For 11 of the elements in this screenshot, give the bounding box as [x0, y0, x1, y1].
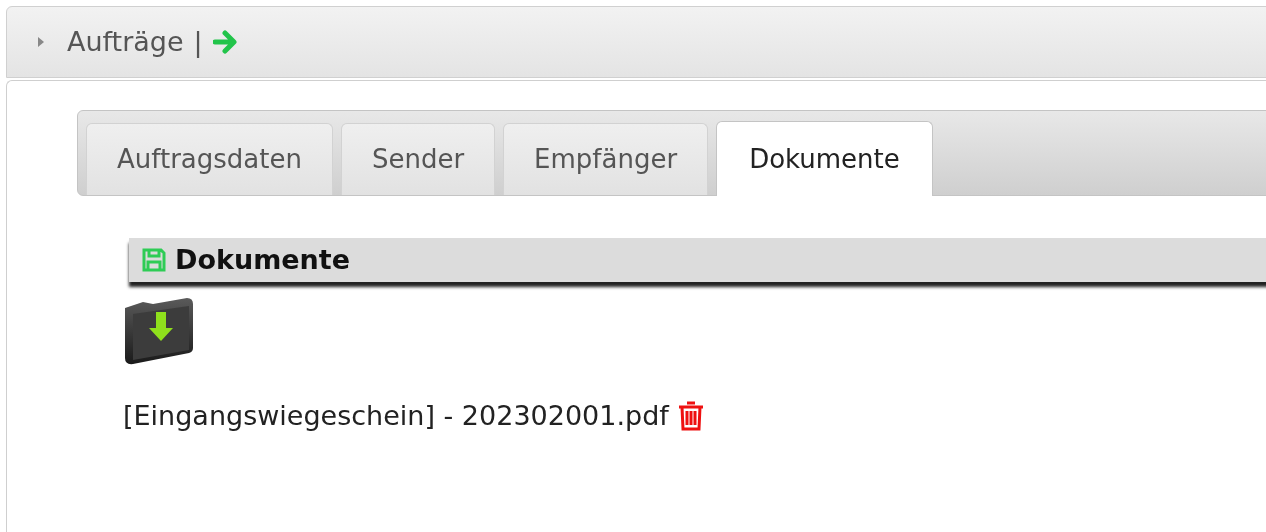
- section-title: Dokumente: [175, 242, 351, 277]
- file-link[interactable]: [Eingangswiegeschein] - 202302001.pdf: [123, 396, 669, 437]
- trash-icon[interactable]: [676, 400, 705, 433]
- tab[interactable]: Dokumente: [716, 121, 933, 196]
- header-separator: |: [193, 24, 203, 60]
- tab[interactable]: Empfänger: [503, 123, 709, 195]
- save-icon: [141, 247, 167, 273]
- caret-right-icon[interactable]: [37, 36, 45, 48]
- header-title: Aufträge: [67, 24, 184, 59]
- tab[interactable]: Sender: [340, 123, 496, 195]
- tab[interactable]: Auftragsdaten: [86, 123, 333, 195]
